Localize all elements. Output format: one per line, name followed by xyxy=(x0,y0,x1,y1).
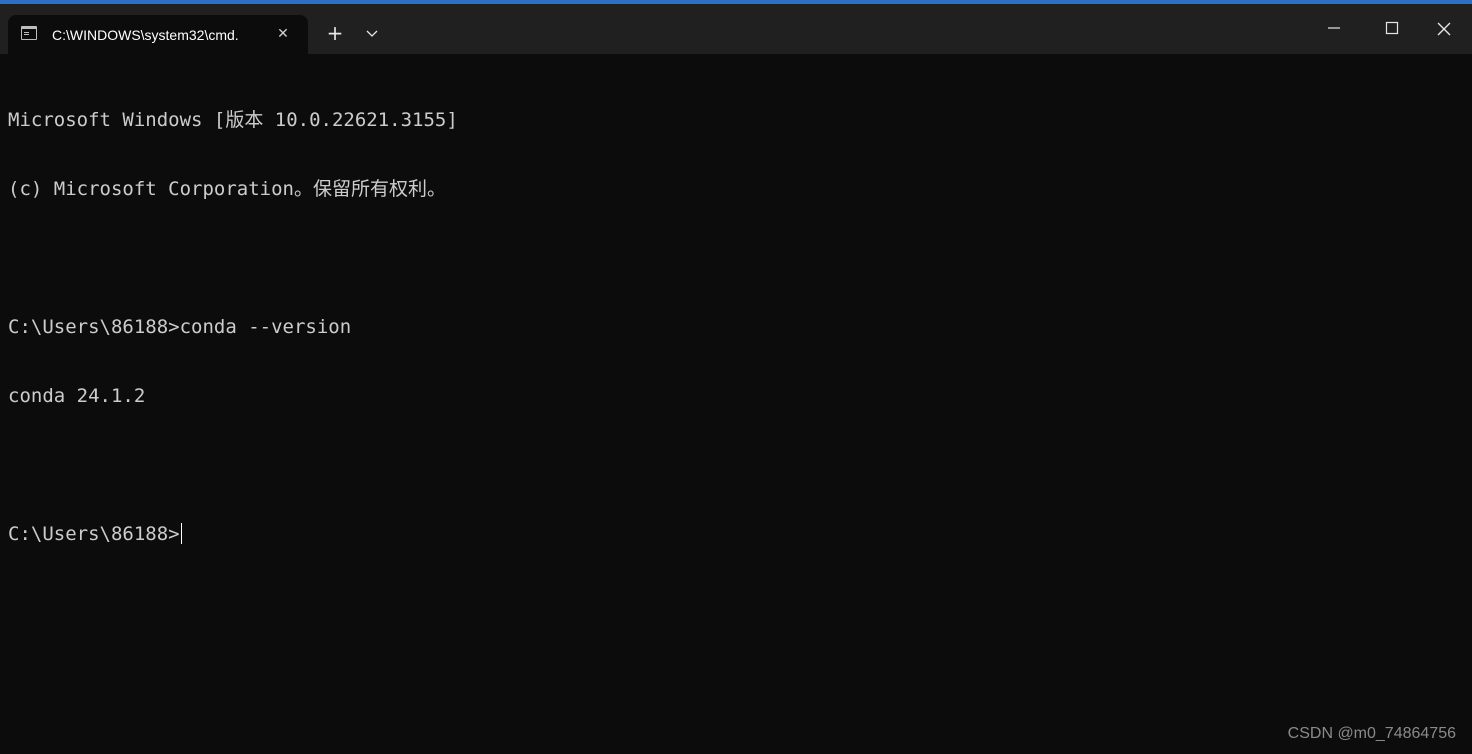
terminal-window: C:\WINDOWS\system32\cmd. ✕ + Microsoft W… xyxy=(0,0,1472,754)
console-line: conda 24.1.2 xyxy=(8,385,146,407)
prompt-text: C:\Users\86188> xyxy=(8,523,180,545)
minimize-icon xyxy=(1328,27,1340,29)
maximize-button[interactable] xyxy=(1363,4,1421,52)
tab-dropdown-button[interactable] xyxy=(358,18,386,48)
console-output[interactable]: Microsoft Windows [版本 10.0.22621.3155] (… xyxy=(8,63,1458,592)
prompt-line[interactable]: C:\Users\86188> xyxy=(8,523,1458,546)
terminal-icon xyxy=(21,26,37,40)
new-tab-button[interactable]: + xyxy=(320,18,350,48)
minimize-button[interactable] xyxy=(1305,4,1363,52)
text-cursor xyxy=(180,523,182,544)
close-tab-icon[interactable]: ✕ xyxy=(272,23,294,45)
title-bar[interactable]: C:\WINDOWS\system32\cmd. ✕ + xyxy=(0,4,1472,54)
close-icon xyxy=(1437,22,1451,36)
console-line: C:\Users\86188>conda --version xyxy=(8,316,352,338)
tab-cmd[interactable]: C:\WINDOWS\system32\cmd. ✕ xyxy=(8,15,308,54)
chevron-down-icon xyxy=(366,30,378,37)
watermark: CSDN @m0_74864756 xyxy=(1287,725,1456,742)
console-line: Microsoft Windows [版本 10.0.22621.3155] xyxy=(8,109,458,131)
maximize-icon xyxy=(1385,21,1399,35)
console-line: (c) Microsoft Corporation。保留所有权利。 xyxy=(8,178,446,200)
tab-title: C:\WINDOWS\system32\cmd. xyxy=(52,27,239,43)
close-window-button[interactable] xyxy=(1414,4,1472,52)
